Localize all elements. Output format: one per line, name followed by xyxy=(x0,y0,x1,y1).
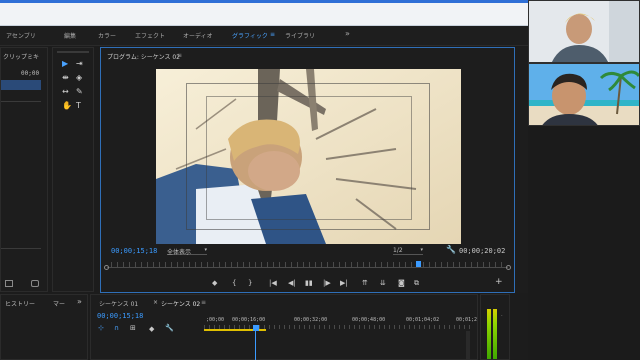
clip-mixer-selected-row[interactable] xyxy=(1,80,41,90)
workspace-tab-effects[interactable]: エフェクト xyxy=(135,31,165,40)
chevron-down-icon: ▾ xyxy=(420,247,423,253)
clip-mixer-panel: クリップミキ 00;00 xyxy=(0,47,48,292)
ruler-tick-label: 00;00;48;00 xyxy=(352,317,386,323)
current-timecode[interactable]: 00;00;15;18 xyxy=(111,247,157,255)
webcam-feed-1 xyxy=(529,1,639,62)
panel-grip xyxy=(57,51,89,53)
mark-in-icon[interactable]: { xyxy=(232,280,236,287)
export-frame-icon[interactable]: ◙ xyxy=(398,280,405,287)
scrollbar-handle-left[interactable] xyxy=(104,265,109,270)
workspace-tab-color[interactable]: カラー xyxy=(98,31,116,40)
window-top-bar xyxy=(0,0,528,26)
step-back-icon[interactable]: ◀| xyxy=(288,280,296,287)
timeline-playhead-line xyxy=(255,331,256,360)
workspace-tab-edit[interactable]: 編集 xyxy=(64,31,76,40)
ruler-tick-label: 00;01;2 xyxy=(456,317,478,323)
hand-tool-icon[interactable]: ✋ xyxy=(62,102,72,110)
add-marker-icon[interactable]: ◆ xyxy=(212,280,217,287)
bin-icon[interactable] xyxy=(31,280,39,287)
panel-overflow-icon[interactable]: » xyxy=(77,297,82,306)
type-tool-icon[interactable]: T xyxy=(76,102,81,110)
webcam-feed-2 xyxy=(529,64,639,125)
workspace-tab-audio[interactable]: オーディオ xyxy=(183,31,213,40)
close-icon[interactable]: × xyxy=(153,299,158,306)
wrench-icon[interactable]: 🔧 xyxy=(446,245,456,254)
add-button-icon[interactable]: + xyxy=(495,278,503,287)
timeline-timecode[interactable]: 00;00;15;18 xyxy=(97,312,143,320)
zoom-level-select[interactable]: 全体表示 ▾ xyxy=(167,247,207,256)
go-to-out-icon[interactable]: ▶| xyxy=(340,280,348,287)
webcam-tile-1[interactable] xyxy=(528,0,640,63)
resolution-select[interactable]: 1/2 ▾ xyxy=(393,247,423,255)
tab-history[interactable]: ヒストリー xyxy=(5,299,35,308)
tools-panel: ▶ ⇥ ⇼ ◈ ↔ ✎ ✋ T xyxy=(52,47,94,292)
zoom-level-label: 全体表示 xyxy=(167,249,192,256)
linked-selection-icon[interactable]: ∩ xyxy=(114,325,119,332)
mark-out-icon[interactable]: } xyxy=(248,280,252,287)
wrench-icon[interactable]: 🔧 xyxy=(165,325,174,332)
workspace-tab-assembly[interactable]: アセンブリ xyxy=(6,31,36,40)
go-to-in-icon[interactable]: |◀ xyxy=(269,280,277,287)
extract-icon[interactable]: ⇊ xyxy=(380,280,386,287)
clip-mixer-title: クリップミキ xyxy=(3,54,40,61)
play-stop-icon[interactable]: ▮▮ xyxy=(305,280,313,287)
history-panel: ヒストリー マー » xyxy=(0,294,88,360)
right-gutter xyxy=(516,47,528,293)
tab-sequence-02[interactable]: シーケンス 02 xyxy=(161,299,200,308)
ruler-tick-label: 00;01;04;02 xyxy=(406,317,440,323)
slip-tool-icon[interactable]: ↔ xyxy=(62,88,69,96)
chevron-down-icon: ▾ xyxy=(204,247,207,253)
workspace-bar: アセンブリ 編集 カラー エフェクト オーディオ グラフィック ≡ ライブラリ … xyxy=(0,26,528,46)
divider xyxy=(1,248,41,249)
clip-mixer-timecode: 00;00 xyxy=(21,70,40,77)
comparison-view-icon[interactable]: ⧉ xyxy=(414,280,419,287)
ripple-edit-tool-icon[interactable]: ⇼ xyxy=(62,74,69,82)
workspace-tab-graphics[interactable]: グラフィック xyxy=(232,31,268,40)
tab-sequence-01[interactable]: シーケンス 01 xyxy=(99,299,138,308)
insert-nest-icon[interactable]: ⊞ xyxy=(130,325,136,332)
resolution-label: 1/2 xyxy=(393,247,403,254)
razor-tool-icon[interactable]: ◈ xyxy=(76,74,82,82)
audio-meters-panel: - xyxy=(480,294,510,360)
timeline-ruler[interactable]: ;00;00 00;00;16;00 00;00;32;00 00;00;48;… xyxy=(204,309,478,331)
video-frame[interactable] xyxy=(156,69,461,244)
pen-tool-icon[interactable]: ✎ xyxy=(76,88,83,96)
workspace-tab-libraries[interactable]: ライブラリ xyxy=(285,31,315,40)
selection-tool-icon[interactable]: ▶ xyxy=(62,60,68,68)
ruler-tick-label: ;00;00 xyxy=(206,317,225,323)
audio-meter-left xyxy=(487,309,491,359)
workspace-menu-icon[interactable]: ≡ xyxy=(270,31,275,38)
program-monitor-menu-icon[interactable]: ≡ xyxy=(177,52,182,59)
track-select-tool-icon[interactable]: ⇥ xyxy=(76,60,83,68)
title-safe-guide xyxy=(206,96,412,220)
step-forward-icon[interactable]: |▶ xyxy=(323,280,331,287)
audio-meter-right xyxy=(493,309,497,359)
scrollbar-handle-right[interactable] xyxy=(506,265,511,270)
add-marker-icon[interactable]: ◆ xyxy=(149,326,154,333)
ruler-tick-label: 00;00;16;00 xyxy=(232,317,266,323)
divider xyxy=(1,101,41,102)
right-empty-area xyxy=(528,126,640,360)
lift-icon[interactable]: ⇈ xyxy=(362,280,368,287)
timeline-playhead-head[interactable] xyxy=(253,325,259,331)
meter-scale: - xyxy=(501,313,503,318)
timeline-menu-icon[interactable]: ≡ xyxy=(201,299,206,306)
tab-markers[interactable]: マー xyxy=(53,299,65,308)
zoom-scrollbar[interactable] xyxy=(104,265,511,272)
program-monitor-panel: プログラム: シーケンス 02 ≡ 00;00;15;18 全体表示 ▾ 1/2… xyxy=(100,47,515,293)
duration-timecode: 00;00;20;02 xyxy=(459,247,506,255)
new-item-icon[interactable] xyxy=(5,280,13,287)
timeline-panel: シーケンス 01 × シーケンス 02 ≡ 00;00;15;18 ⊹ ∩ ⊞ … xyxy=(90,294,478,360)
program-monitor-title: プログラム: シーケンス 02 xyxy=(107,54,180,61)
workspace-overflow-icon[interactable]: » xyxy=(345,29,350,38)
snap-icon[interactable]: ⊹ xyxy=(98,325,104,332)
ruler-tick-label: 00;00;32;00 xyxy=(294,317,328,323)
webcam-tile-2[interactable] xyxy=(528,63,640,126)
timeline-scrollbar[interactable] xyxy=(466,331,470,359)
